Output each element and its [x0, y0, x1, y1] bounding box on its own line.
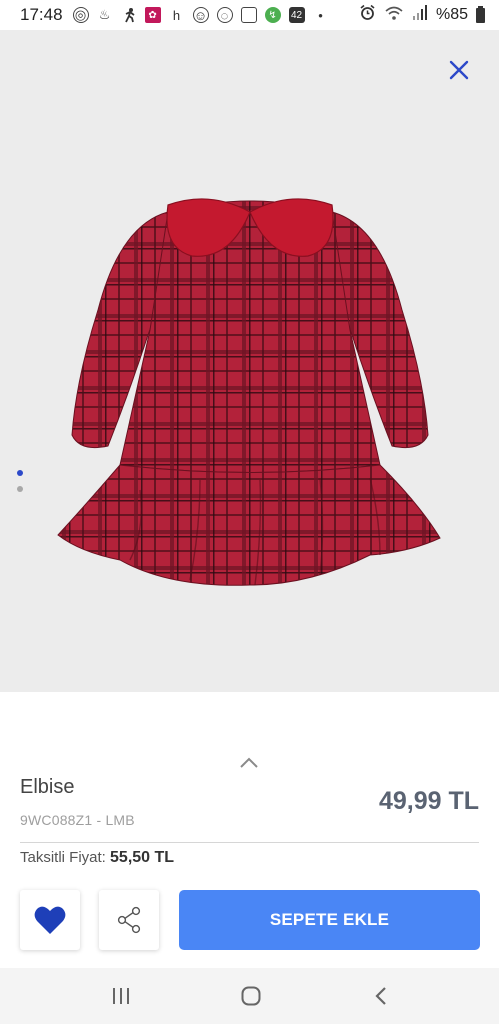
back-button[interactable]: [366, 982, 396, 1010]
product-image-gallery[interactable]: [0, 30, 499, 692]
status-notification-icons: ◎ ♨ ✿ h ☺ ◌ ↯ 42 •: [72, 7, 329, 23]
share-icon: [117, 906, 141, 934]
installment-price: Taksitli Fiyat: 55,50 TL: [20, 849, 174, 867]
heart-icon: [34, 906, 66, 934]
installment-value: 55,50 TL: [110, 849, 175, 866]
installment-label: Taksitli Fiyat:: [20, 849, 106, 866]
pager-dot[interactable]: [17, 486, 23, 492]
favorite-button[interactable]: [20, 890, 80, 950]
status-bar: 17:48 ◎ ♨ ✿ h ☺ ◌ ↯ 42 • %85: [0, 0, 499, 30]
green-app-icon: ↯: [264, 7, 281, 23]
product-image: [57, 198, 441, 586]
recent-apps-button[interactable]: [106, 982, 136, 1010]
alarm-icon: [359, 4, 376, 26]
app-icon: ✿: [144, 7, 161, 23]
divider: [20, 842, 479, 843]
runner-icon: [121, 7, 137, 23]
42-icon: 42: [288, 7, 305, 23]
swirl-icon: ◌: [216, 7, 233, 23]
home-icon: [241, 986, 261, 1006]
add-to-cart-button[interactable]: SEPETE EKLE: [179, 890, 480, 950]
pager-dot-active[interactable]: [17, 470, 23, 476]
status-system-icons: %85: [359, 4, 485, 26]
share-button[interactable]: [99, 890, 159, 950]
back-icon: [375, 987, 386, 1005]
face-icon: ☺: [192, 7, 209, 23]
product-code: 9WC088Z1 - LMB: [20, 812, 135, 828]
status-time: 17:48: [20, 5, 63, 24]
screenshot-icon: [240, 7, 257, 23]
battery-percent: %85: [435, 6, 468, 23]
h-icon: h: [172, 7, 181, 23]
signal-icon: [412, 5, 428, 25]
instagram-icon: ◎: [72, 7, 89, 23]
chevron-up-icon[interactable]: [237, 754, 261, 772]
more-dot: •: [318, 7, 323, 23]
product-price: 49,99 TL: [378, 787, 479, 815]
close-icon[interactable]: [447, 58, 471, 82]
battery-icon: [476, 5, 485, 23]
image-pager: [17, 470, 23, 492]
recent-apps-icon: [113, 988, 129, 1004]
wifi-icon: [384, 5, 404, 26]
system-nav-bar: [0, 968, 499, 1024]
home-button[interactable]: [236, 982, 266, 1010]
notification-icon: ♨: [98, 7, 111, 22]
product-name: Elbise: [20, 776, 75, 798]
